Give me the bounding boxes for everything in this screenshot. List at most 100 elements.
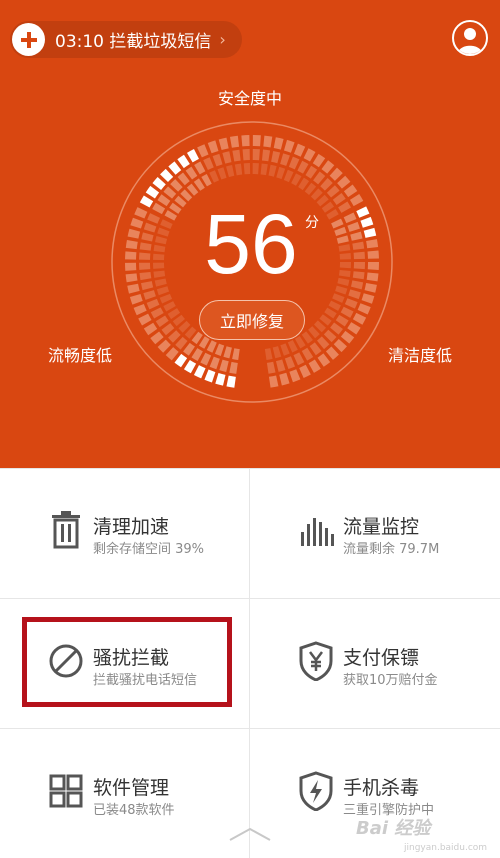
gauge-segment [129, 293, 143, 305]
feature-subtitle: 获取10万赔付金 [343, 673, 438, 688]
gauge-segment [283, 139, 295, 153]
gauge-segment [163, 301, 176, 312]
gauge-segment [165, 347, 179, 361]
gauge-segment [209, 356, 220, 370]
gauge-segment [312, 153, 326, 168]
gauge-segment [356, 206, 370, 218]
bar-chart-icon [298, 510, 334, 550]
gauge-segment [268, 375, 279, 388]
gauge-segment [141, 232, 154, 242]
gauge-segment [234, 163, 243, 176]
gauge-segment [141, 281, 154, 291]
gauge-segment [350, 280, 364, 290]
gauge-segment [338, 201, 352, 213]
gauge-segment [332, 193, 346, 205]
gauge-segment [297, 160, 309, 174]
gauge-segment [147, 213, 161, 224]
gauge-segment [276, 166, 286, 180]
gauge-segment [226, 375, 236, 388]
gauge-segment [289, 369, 301, 383]
gauge-segment [343, 184, 358, 198]
gauge-segment [317, 353, 331, 367]
feature-traffic-monitor[interactable]: 流量监控 流量剩余 79.7M [250, 468, 499, 598]
gauge-segment [339, 253, 351, 260]
yuan-shield-icon [298, 641, 334, 682]
gauge-segment [364, 282, 377, 293]
gauge-segment [229, 361, 238, 374]
gauge-segment [150, 307, 164, 319]
gauge-segment [143, 290, 156, 300]
gauge-segment [160, 219, 173, 230]
gauge-segment [352, 271, 365, 280]
feature-clean-speedup[interactable]: 清理加速 剩余存储空间 39% [0, 468, 249, 598]
gauge-segment [361, 293, 375, 304]
gauge-segment [288, 156, 300, 170]
gauge-segment [350, 231, 363, 241]
gauge-segment [125, 273, 138, 283]
gauge-segment [155, 315, 169, 328]
chevron-up-icon[interactable] [228, 826, 272, 842]
gauge-segment [328, 300, 341, 311]
gauge-segment [339, 262, 351, 269]
gauge-segment [222, 151, 232, 164]
gauge-segment [145, 185, 160, 199]
gauge-segment [139, 252, 151, 260]
gauge-segment [226, 165, 235, 178]
gauge-segment [177, 154, 190, 169]
lightning-shield-icon [298, 771, 334, 812]
gauge-segment [183, 359, 197, 374]
gauge-segment [157, 339, 171, 353]
gauge-segment [331, 218, 344, 229]
feature-subtitle: 剩余存储空间 39% [93, 542, 205, 557]
gauge-segment [261, 149, 271, 162]
gauge-segment [326, 185, 340, 198]
gauge-segment [280, 153, 290, 166]
gauge-segment [168, 330, 181, 343]
gauge-segment [152, 177, 166, 190]
gauge-segment [177, 172, 190, 186]
gauge-segment [266, 361, 276, 374]
gauge-segment [215, 373, 226, 386]
gauge-segment [291, 173, 302, 186]
security-header: 03:10 拦截垃圾短信 › 安全度中 流畅度低 清洁度低 56 分 立即修复 [0, 0, 500, 468]
gauge-segment [275, 359, 286, 372]
gauge-segment [353, 262, 365, 270]
gauge-segment [127, 283, 140, 294]
gauge-segment [293, 143, 306, 157]
gauge-segment [193, 365, 206, 379]
gauge-segment [139, 242, 152, 251]
gauge-segment [157, 194, 171, 207]
gauge-smooth-label: 流畅度低 [48, 346, 113, 365]
gauge-segment [273, 137, 284, 150]
gauge-segment [138, 313, 152, 326]
grid-icon [48, 771, 84, 811]
gauge-segment [271, 151, 281, 164]
gauge-segment [207, 140, 219, 154]
gauge-segment [125, 239, 138, 250]
gauge-segment [203, 157, 214, 171]
gauge-segment [157, 227, 170, 237]
gauge-segment [330, 322, 343, 335]
gauge-segment [323, 329, 337, 343]
gauge-segment [175, 336, 188, 350]
gauge-segment [204, 369, 216, 383]
gauge-segment [338, 269, 351, 278]
gauge-segment [154, 278, 167, 287]
feature-app-manager[interactable]: 软件管理 已装48款软件 [0, 729, 249, 858]
gauge-segment [139, 195, 154, 208]
gauge-segment [263, 135, 273, 148]
feature-payment-guard[interactable]: 支付保镖 获取10万赔付金 [250, 599, 499, 729]
gauge-segment [243, 163, 251, 175]
gauge-segment [139, 271, 152, 281]
gauge-segment [357, 303, 371, 315]
gauge-segment [191, 348, 203, 362]
gauge-segment [197, 144, 209, 158]
gauge-segment [161, 323, 175, 336]
gauge-segment [153, 253, 165, 261]
gauge-segment [229, 135, 240, 148]
gauge-segment [284, 356, 296, 369]
gauge-segment [340, 306, 354, 318]
gauge-segment [217, 167, 227, 180]
fix-now-button[interactable]: 立即修复 [199, 300, 305, 340]
gauge-segment [321, 160, 335, 174]
